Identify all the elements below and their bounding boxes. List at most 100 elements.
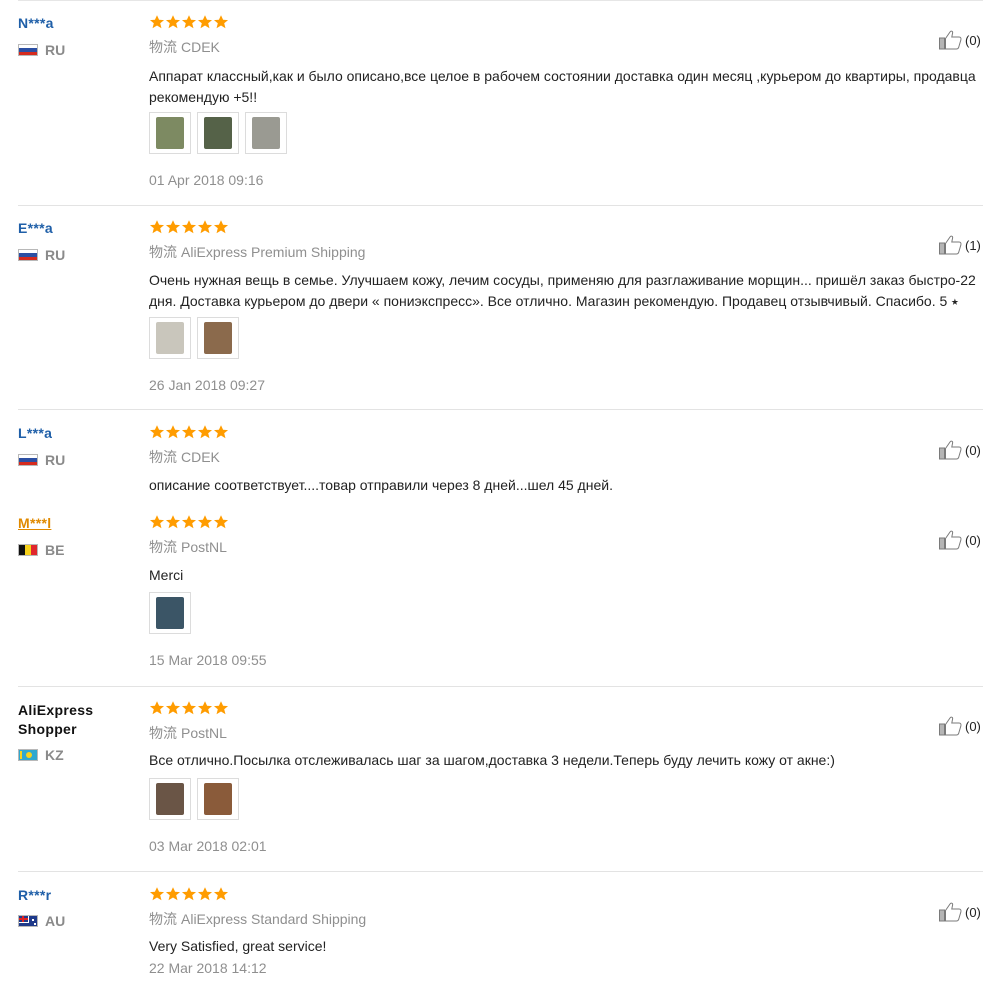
country-code: KZ	[45, 747, 64, 763]
review-photos	[149, 112, 287, 154]
review-photo-thumbnail[interactable]	[149, 317, 191, 359]
logistics-value: CDEK	[181, 449, 220, 465]
review-photo-thumbnail[interactable]	[197, 317, 239, 359]
country-code: RU	[45, 452, 66, 468]
review-photo-thumbnail[interactable]	[149, 592, 191, 634]
star-icon	[197, 220, 213, 234]
star-icon	[213, 515, 229, 529]
review-photo-thumbnail[interactable]	[197, 778, 239, 820]
reviewer-name[interactable]: E***a	[18, 220, 53, 236]
review-photo-thumbnail[interactable]	[149, 778, 191, 820]
review-divider	[18, 871, 983, 872]
review-photo-thumbnail[interactable]	[245, 112, 287, 154]
helpful-count: (0)	[965, 32, 981, 48]
star-icon	[213, 701, 229, 715]
review-item: N***a RU 物流 CDEK Аппарат классный,как и было…	[0, 14, 1000, 188]
star-icon	[213, 220, 229, 234]
review-divider	[18, 686, 983, 687]
review-photo-thumbnail[interactable]	[149, 112, 191, 154]
star-icon	[165, 887, 181, 901]
review-text: описание соответствует....товар отправил…	[149, 477, 613, 493]
shipping-method: 物流 CDEK	[149, 447, 220, 467]
reviewer-name[interactable]: R***r	[18, 887, 51, 903]
logistics-label: 物流	[149, 911, 177, 927]
helpful-button[interactable]: (0)	[938, 439, 981, 461]
review-item: M***l BE 物流 PostNL Merci 15 Mar 2018 09:55 (0)	[0, 514, 1000, 668]
helpful-button[interactable]: (1)	[938, 234, 981, 256]
review-photos	[149, 592, 191, 634]
review-date: 26 Jan 2018 09:27	[149, 377, 265, 393]
helpful-button[interactable]: (0)	[938, 901, 981, 923]
logistics-label: 物流	[149, 39, 177, 55]
review-photos	[149, 778, 239, 820]
review-item: AliExpress Shopper KZ 物流 PostNL Все отлично.…	[0, 700, 1000, 854]
star-icon	[149, 15, 165, 29]
reviewer-name[interactable]: L***a	[18, 425, 52, 441]
country-code: RU	[45, 247, 66, 263]
shipping-method: 物流 CDEK	[149, 37, 220, 57]
star-icon	[213, 425, 229, 439]
top-divider	[18, 0, 983, 1]
photo-image	[204, 117, 232, 149]
shipping-method: 物流 PostNL	[149, 723, 227, 743]
star-icon	[165, 425, 181, 439]
review-divider	[18, 205, 983, 206]
country-code: BE	[45, 542, 65, 558]
logistics-value: AliExpress Standard Shipping	[181, 911, 367, 927]
helpful-count: (0)	[965, 442, 981, 458]
star-icon	[165, 15, 181, 29]
star-icon	[181, 15, 197, 29]
photo-image	[156, 783, 184, 815]
country-flag-icon	[18, 249, 38, 261]
review-text: Merci	[149, 567, 184, 583]
review-item: L***a RU 物流 CDEK описание соответствует....т…	[0, 425, 1000, 493]
thumbs-up-icon	[939, 30, 962, 50]
country-flag-icon	[18, 544, 38, 556]
reviewer-name[interactable]: M***l	[18, 515, 51, 531]
logistics-value: CDEK	[181, 39, 220, 55]
thumbs-up-icon	[939, 902, 962, 922]
helpful-button[interactable]: (0)	[938, 715, 981, 737]
star-icon	[181, 701, 197, 715]
logistics-label: 物流	[149, 725, 177, 741]
helpful-count: (0)	[965, 532, 981, 548]
review-photo-thumbnail[interactable]	[197, 112, 239, 154]
logistics-value: PostNL	[181, 725, 227, 741]
helpful-button[interactable]: (0)	[938, 29, 981, 51]
review-date: 01 Apr 2018 09:16	[149, 172, 264, 188]
star-rating	[149, 886, 229, 902]
review-date: 15 Mar 2018 09:55	[149, 652, 267, 668]
review-item: R***r AU 物流 AliExpress Standard Shipping Ver…	[0, 886, 1000, 976]
review-divider	[18, 409, 983, 410]
star-icon	[181, 887, 197, 901]
helpful-button[interactable]: (0)	[938, 529, 981, 551]
photo-image	[156, 117, 184, 149]
star-rating	[149, 14, 229, 30]
star-icon	[213, 887, 229, 901]
logistics-label: 物流	[149, 449, 177, 465]
thumbs-up-icon	[939, 530, 962, 550]
star-icon	[213, 15, 229, 29]
star-icon	[197, 15, 213, 29]
star-icon	[181, 515, 197, 529]
photo-image	[156, 597, 184, 629]
star-icon	[197, 701, 213, 715]
reviewer-name[interactable]: N***a	[18, 15, 54, 31]
country-code: AU	[45, 913, 66, 929]
review-date: 22 Mar 2018 14:12	[149, 960, 267, 976]
country-code: RU	[45, 42, 66, 58]
thumbs-up-icon	[939, 440, 962, 460]
country-flag-icon	[18, 44, 38, 56]
logistics-value: AliExpress Premium Shipping	[181, 244, 366, 260]
star-icon	[149, 887, 165, 901]
star-rating	[149, 700, 229, 716]
thumbs-up-icon	[939, 235, 962, 255]
photo-image	[252, 117, 280, 149]
reviewer-name[interactable]: AliExpress Shopper	[18, 701, 128, 739]
country-flag-icon	[18, 454, 38, 466]
star-icon	[149, 515, 165, 529]
photo-image	[156, 322, 184, 354]
star-rating	[149, 514, 229, 530]
thumbs-up-icon	[939, 716, 962, 736]
country-flag-icon	[18, 749, 38, 761]
